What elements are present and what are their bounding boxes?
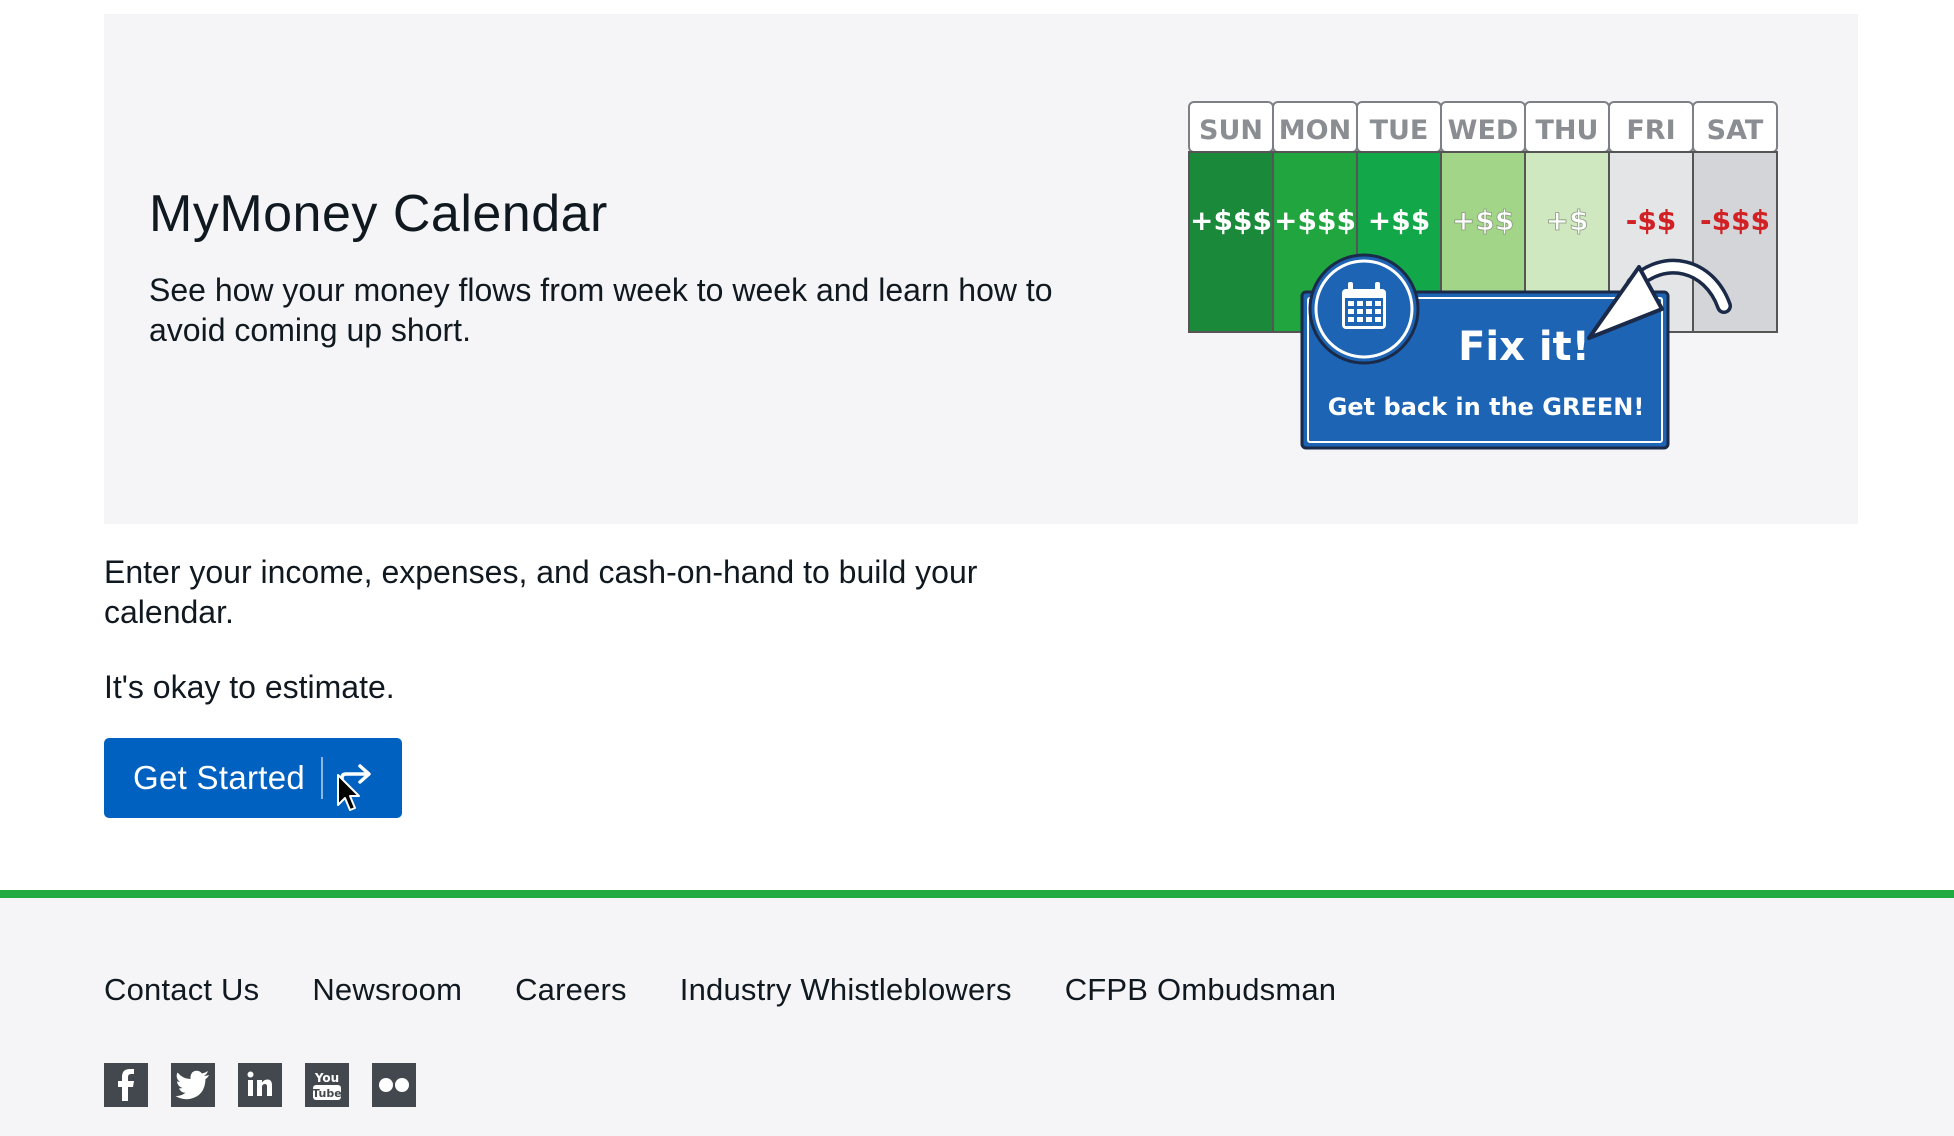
amount-mon: +$$$ — [1274, 204, 1356, 237]
mouse-cursor-icon — [337, 774, 360, 811]
social-links: You Tube — [104, 1063, 439, 1107]
day-sun: SUN — [1199, 115, 1263, 146]
svg-text:Tube: Tube — [312, 1087, 341, 1100]
button-divider — [321, 757, 323, 799]
facebook-icon[interactable] — [104, 1063, 148, 1107]
get-started-label: Get Started — [133, 759, 306, 796]
calendar-illustration: SUN MON TUE WED THU FRI SAT +$$$ +$$$ +$… — [1188, 101, 1778, 450]
youtube-icon[interactable]: You Tube — [305, 1063, 349, 1107]
flickr-icon[interactable] — [372, 1063, 416, 1107]
day-wed: WED — [1448, 115, 1519, 146]
footer-link-careers[interactable]: Careers — [515, 972, 627, 1008]
footer-link-industry-whistleblowers[interactable]: Industry Whistleblowers — [680, 972, 1012, 1008]
fix-it-subtitle: Get back in the GREEN! — [1328, 393, 1645, 421]
calendar-icon — [1342, 282, 1386, 329]
fix-it-title: Fix it! — [1458, 324, 1590, 370]
svg-text:You: You — [314, 1071, 339, 1085]
hero-description: See how your money flows from week to we… — [149, 272, 1053, 348]
day-fri: FRI — [1626, 115, 1675, 146]
amount-wed: +$$ — [1452, 204, 1514, 237]
day-tue: TUE — [1370, 115, 1429, 146]
amount-thu: +$ — [1546, 204, 1589, 237]
page-title: MyMoney Calendar — [149, 185, 608, 243]
estimate-text: It's okay to estimate. — [104, 669, 395, 705]
footer-link-contact-us[interactable]: Contact Us — [104, 972, 259, 1008]
footer-link-newsroom[interactable]: Newsroom — [312, 972, 462, 1008]
footer: Contact Us Newsroom Careers Industry Whi… — [0, 898, 1954, 1136]
twitter-icon[interactable] — [171, 1063, 215, 1107]
footer-accent-line — [0, 890, 1954, 898]
amount-sat: -$$$ — [1700, 204, 1770, 237]
day-sat: SAT — [1707, 115, 1764, 146]
linkedin-icon[interactable] — [238, 1063, 282, 1107]
amount-tue: +$$ — [1368, 204, 1430, 237]
amount-sun: +$$$ — [1190, 204, 1272, 237]
day-mon: MON — [1279, 115, 1351, 146]
footer-link-cfpb-ombudsman[interactable]: CFPB Ombudsman — [1065, 972, 1337, 1008]
intro-text: Enter your income, expenses, and cash-on… — [104, 554, 978, 630]
footer-nav: Contact Us Newsroom Careers Industry Whi… — [104, 972, 1389, 1008]
day-thu: THU — [1536, 115, 1599, 146]
hero-section: MyMoney Calendar See how your money flow… — [104, 14, 1858, 524]
amount-fri: -$$ — [1626, 204, 1677, 237]
